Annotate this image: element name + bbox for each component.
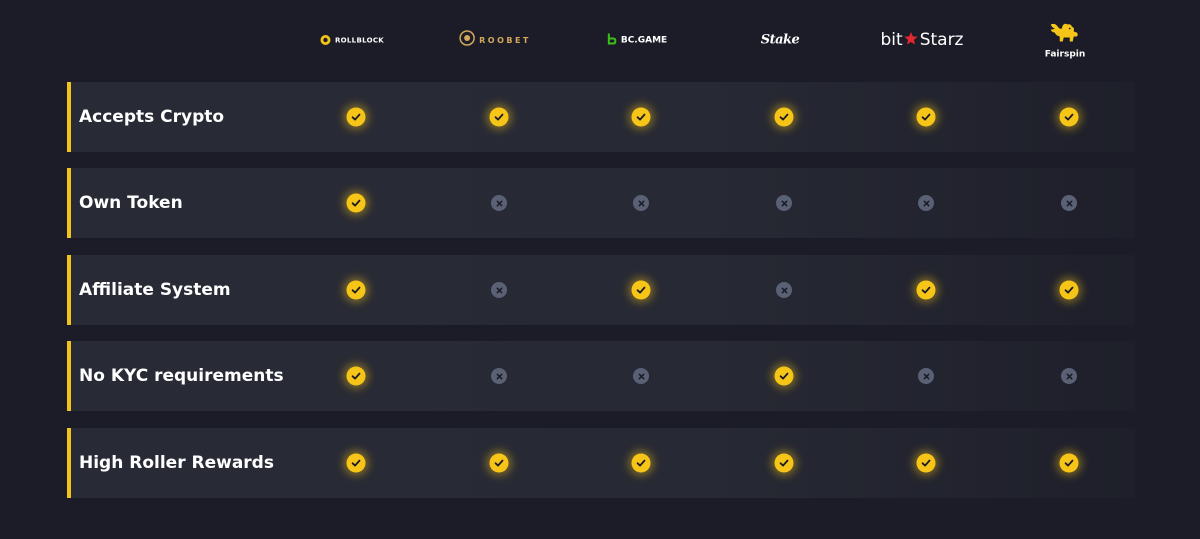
checkmark-icon: [1059, 453, 1079, 473]
feature-label: Accepts Crypto: [79, 107, 225, 127]
brand-header: ROLLBLOCK ROOBET BC.GAME Stake bit Starz…: [0, 0, 1200, 82]
checkmark-icon: [774, 107, 794, 127]
checkmark-icon: [631, 453, 651, 473]
checkmark-icon: [346, 280, 366, 300]
table-row: High Roller Rewards: [67, 428, 1135, 498]
cross-icon: [491, 368, 507, 384]
brand-bitstarz-label-a: bit: [880, 30, 903, 50]
checkmark-icon: [489, 107, 509, 127]
table-row: Affiliate System: [67, 255, 1135, 325]
feature-label: Affiliate System: [79, 280, 231, 300]
cross-icon: [1061, 368, 1077, 384]
checkmark-icon: [916, 453, 936, 473]
checkmark-icon: [631, 107, 651, 127]
brand-roobet-label: ROOBET: [479, 35, 531, 45]
checkmark-icon: [346, 453, 366, 473]
checkmark-icon: [1059, 280, 1079, 300]
brand-bcgame[interactable]: BC.GAME: [607, 31, 667, 50]
roobet-logo-icon: [459, 30, 475, 50]
brand-bcgame-label: BC.GAME: [620, 35, 668, 45]
table-row: No KYC requirements: [67, 341, 1135, 411]
cross-icon: [491, 195, 507, 211]
brand-fairspin[interactable]: Fairspin: [1044, 21, 1086, 60]
cross-icon: [918, 368, 934, 384]
brand-stake-label: Stake: [760, 32, 800, 48]
feature-label: Own Token: [79, 193, 183, 213]
brand-fairspin-label: Fairspin: [1044, 49, 1086, 60]
checkmark-icon: [774, 453, 794, 473]
cross-icon: [776, 282, 792, 298]
brand-stake[interactable]: Stake: [761, 33, 800, 48]
star-icon: [904, 31, 919, 50]
brand-bitstarz-label-b: Starz: [919, 30, 964, 50]
lion-logo-icon: [1048, 21, 1082, 49]
checkmark-icon: [346, 107, 366, 127]
cross-icon: [633, 195, 649, 211]
cross-icon: [918, 195, 934, 211]
brand-bitstarz[interactable]: bit Starz: [881, 30, 964, 50]
cross-icon: [491, 282, 507, 298]
table-row: Accepts Crypto: [67, 82, 1135, 152]
checkmark-icon: [346, 366, 366, 386]
brand-rollblock-label: ROLLBLOCK: [334, 36, 385, 44]
cross-icon: [1061, 195, 1077, 211]
table-row: Own Token: [67, 168, 1135, 238]
bcgame-logo-icon: [607, 31, 617, 50]
checkmark-icon: [346, 193, 366, 213]
checkmark-icon: [631, 280, 651, 300]
checkmark-icon: [774, 366, 794, 386]
checkmark-icon: [1059, 107, 1079, 127]
cross-icon: [633, 368, 649, 384]
feature-label: No KYC requirements: [79, 366, 284, 386]
checkmark-icon: [916, 107, 936, 127]
checkmark-icon: [489, 453, 509, 473]
brand-roobet[interactable]: ROOBET: [459, 30, 531, 50]
rollblock-logo-icon: [320, 31, 331, 50]
feature-label: High Roller Rewards: [79, 453, 274, 473]
cross-icon: [776, 195, 792, 211]
checkmark-icon: [916, 280, 936, 300]
brand-rollblock[interactable]: ROLLBLOCK: [320, 31, 384, 50]
